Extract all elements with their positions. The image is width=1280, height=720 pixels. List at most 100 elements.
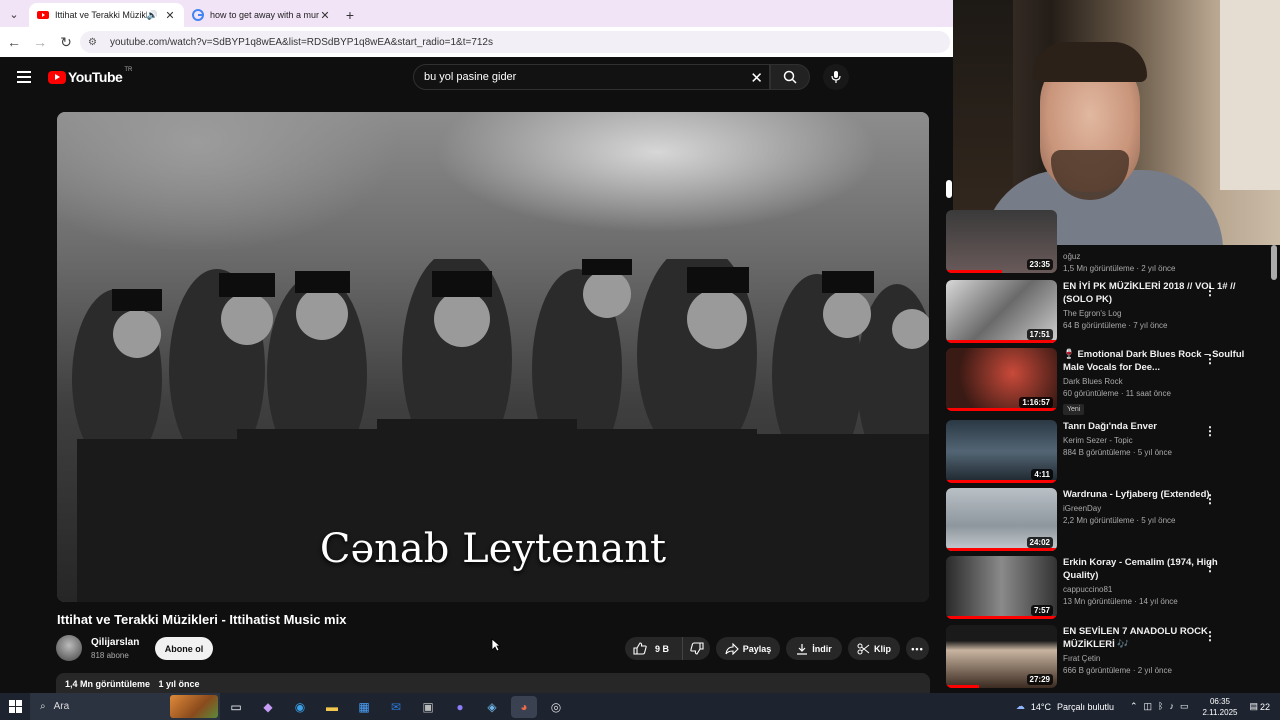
video-player[interactable]: Cənab Leytenant: [57, 112, 929, 602]
weather-widget[interactable]: ☁ 14°C Parçalı bulutlu: [1016, 701, 1114, 712]
voice-search-button[interactable]: [823, 64, 849, 90]
sidebar-scrollbar[interactable]: [1271, 245, 1277, 280]
recommendation-item[interactable]: 4:11 Tanrı Dağı'nda Enver Kerim Sezer - …: [946, 420, 1266, 486]
recommendation-thumbnail[interactable]: 4:11: [946, 420, 1057, 483]
taskbar-search[interactable]: ⌕ Ara: [30, 693, 220, 720]
speaker-icon[interactable]: 🔊: [147, 10, 158, 21]
copilot-icon[interactable]: ◆: [255, 696, 281, 718]
recommendation-thumbnail[interactable]: 23:35: [946, 210, 1057, 273]
recommendation-thumbnail[interactable]: 24:02: [946, 488, 1057, 551]
search-button[interactable]: [770, 64, 810, 90]
steam-icon[interactable]: ◈: [479, 696, 505, 718]
recommendation-channel[interactable]: Kerim Sezer - Topic: [1063, 436, 1253, 445]
outlook-icon[interactable]: ✉: [383, 696, 409, 718]
bluetooth-icon[interactable]: ᛒ: [1158, 701, 1163, 712]
description-box[interactable]: 1,4 Mn görüntüleme 1 yıl önce: [56, 673, 930, 693]
new-tab-icon[interactable]: +: [339, 7, 361, 23]
recommendation-title[interactable]: 🍷 Emotional Dark Blues Rock – Soulful Ma…: [1063, 348, 1253, 374]
more-vertical-icon[interactable]: ⋮: [1204, 492, 1216, 506]
menu-icon[interactable]: [17, 71, 31, 86]
site-controls-icon[interactable]: ⚙: [88, 37, 102, 48]
recommendation-item[interactable]: 23:35 oğuz 1,5 Mn görüntüleme · 2 yıl ön…: [946, 210, 1266, 274]
recommendation-channel[interactable]: iGreenDay: [1063, 504, 1253, 513]
recommendation-channel[interactable]: Dark Blues Rock: [1063, 377, 1253, 386]
more-vertical-icon[interactable]: ⋮: [1204, 629, 1216, 643]
screen: { "browser": { "tabs": [ {"title": "Itti…: [0, 0, 1280, 720]
chrome-icon[interactable]: ◕: [511, 695, 537, 718]
chevron-up-icon[interactable]: ⌃: [1130, 701, 1138, 712]
share-icon: [725, 642, 739, 655]
notification-center[interactable]: ▤ 22: [1249, 701, 1270, 712]
search-input[interactable]: bu yol pasine gider ✕: [413, 64, 770, 90]
recommendation-item[interactable]: 7:57 Erkin Koray - Cemalim (1974, High Q…: [946, 556, 1266, 622]
forward-icon[interactable]: →: [28, 34, 52, 50]
download-button[interactable]: İndir: [786, 637, 842, 660]
recommendation-item[interactable]: 1:16:57 🍷 Emotional Dark Blues Rock – So…: [946, 348, 1266, 415]
clear-search-icon[interactable]: ✕: [750, 69, 763, 87]
like-dislike-group: 9 B: [625, 637, 710, 660]
recommendation-meta: 64 B görüntüleme · 7 yıl önce: [1063, 321, 1168, 330]
edge-icon[interactable]: ◉: [287, 696, 313, 718]
tab-youtube[interactable]: Ittihat ve Terakki Müzikleri 🔊 ✕: [29, 3, 184, 27]
recommendation-title[interactable]: EN İYİ PK MÜZİKLERİ 2018 // VOL 1# // (S…: [1063, 280, 1253, 306]
view-count: 1,4 Mn görüntüleme: [65, 679, 151, 689]
speaker-icon[interactable]: ♪: [1169, 701, 1174, 712]
recommendation-title[interactable]: Wardruna - Lyfjaberg (Extended): [1063, 488, 1253, 501]
more-vertical-icon[interactable]: ⋮: [1204, 352, 1216, 366]
close-tab-icon[interactable]: ✕: [164, 9, 176, 22]
recommendation-channel[interactable]: The Egron's Log: [1063, 309, 1253, 318]
clip-button[interactable]: Klip: [848, 637, 900, 660]
network-icon[interactable]: ◫: [1144, 701, 1153, 712]
more-vertical-icon[interactable]: ⋮: [1204, 424, 1216, 438]
more-vertical-icon[interactable]: ⋮: [1204, 560, 1216, 574]
store-icon[interactable]: ▦: [351, 696, 377, 718]
country-code: TR: [124, 67, 133, 73]
youtube-logo[interactable]: YouTube TR: [48, 67, 133, 85]
more-actions-button[interactable]: •••: [906, 637, 929, 660]
recommendation-info: EN SEVİLEN 7 ANADOLU ROCK MÜZİKLERİ 🎶 Fı…: [1063, 625, 1253, 675]
recommendation-item[interactable]: 27:29 EN SEVİLEN 7 ANADOLU ROCK MÜZİKLER…: [946, 625, 1266, 691]
channel-avatar[interactable]: [56, 635, 82, 661]
tab-search-button[interactable]: ⌄: [3, 3, 25, 25]
like-count: 9 B: [655, 643, 670, 654]
address-bar[interactable]: ⚙ youtube.com/watch?v=SdBYP1q8wEA&list=R…: [80, 31, 950, 53]
reload-icon[interactable]: ↻: [54, 34, 78, 51]
weather-text: Parçalı bulutlu: [1056, 701, 1114, 712]
recommendation-channel[interactable]: oğuz: [1063, 252, 1253, 261]
recommendation-title[interactable]: Tanrı Dağı'nda Enver: [1063, 420, 1253, 433]
tab-title: how to get away with a murder: [210, 10, 319, 20]
channel-name[interactable]: Qilijarslan: [91, 637, 139, 648]
share-button[interactable]: Paylaş: [716, 637, 780, 660]
recommendation-thumbnail[interactable]: 27:29: [946, 625, 1057, 688]
recommendation-thumbnail[interactable]: 17:51: [946, 280, 1057, 343]
battery-icon[interactable]: ▭: [1180, 701, 1189, 712]
recommendation-thumbnail[interactable]: 7:57: [946, 556, 1057, 619]
like-button[interactable]: 9 B: [625, 637, 683, 660]
recommendation-channel[interactable]: cappuccino81: [1063, 585, 1253, 594]
recommendation-item[interactable]: 17:51 EN İYİ PK MÜZİKLERİ 2018 // VOL 1#…: [946, 280, 1266, 346]
clock[interactable]: 06:35 2.11.2025: [1202, 696, 1237, 718]
watch-progress-bar: [946, 548, 1057, 551]
upload-age: 1 yıl önce: [158, 679, 200, 689]
start-button[interactable]: [0, 700, 30, 713]
app-icon[interactable]: ▣: [415, 696, 441, 718]
back-icon[interactable]: ←: [2, 34, 26, 50]
recommendation-title[interactable]: EN SEVİLEN 7 ANADOLU ROCK MÜZİKLERİ 🎶: [1063, 625, 1253, 651]
weather-cloud-icon: ☁: [1015, 701, 1025, 711]
recommendation-item[interactable]: 24:02 Wardruna - Lyfjaberg (Extended) iG…: [946, 488, 1266, 554]
watch-progress-bar: [946, 270, 1002, 273]
recommendation-title[interactable]: Erkin Koray - Cemalim (1974, High Qualit…: [1063, 556, 1253, 582]
close-tab-icon[interactable]: ✕: [319, 9, 331, 22]
tab-google[interactable]: how to get away with a murder ✕: [184, 3, 339, 27]
discord-icon[interactable]: ●: [447, 696, 473, 718]
dislike-button[interactable]: [683, 642, 710, 655]
subscribe-button[interactable]: Abone ol: [155, 637, 213, 660]
video-duration: 27:29: [1026, 674, 1053, 685]
recommendation-channel[interactable]: Fırat Çetin: [1063, 654, 1253, 663]
file-explorer-icon[interactable]: ▬: [319, 696, 345, 718]
obs-icon[interactable]: ◎: [543, 696, 569, 718]
task-view-icon[interactable]: ▭: [223, 696, 249, 718]
more-vertical-icon[interactable]: ⋮: [1204, 284, 1216, 298]
url-text: youtube.com/watch?v=SdBYP1q8wEA&list=RDS…: [110, 36, 493, 48]
recommendation-thumbnail[interactable]: 1:16:57: [946, 348, 1057, 411]
